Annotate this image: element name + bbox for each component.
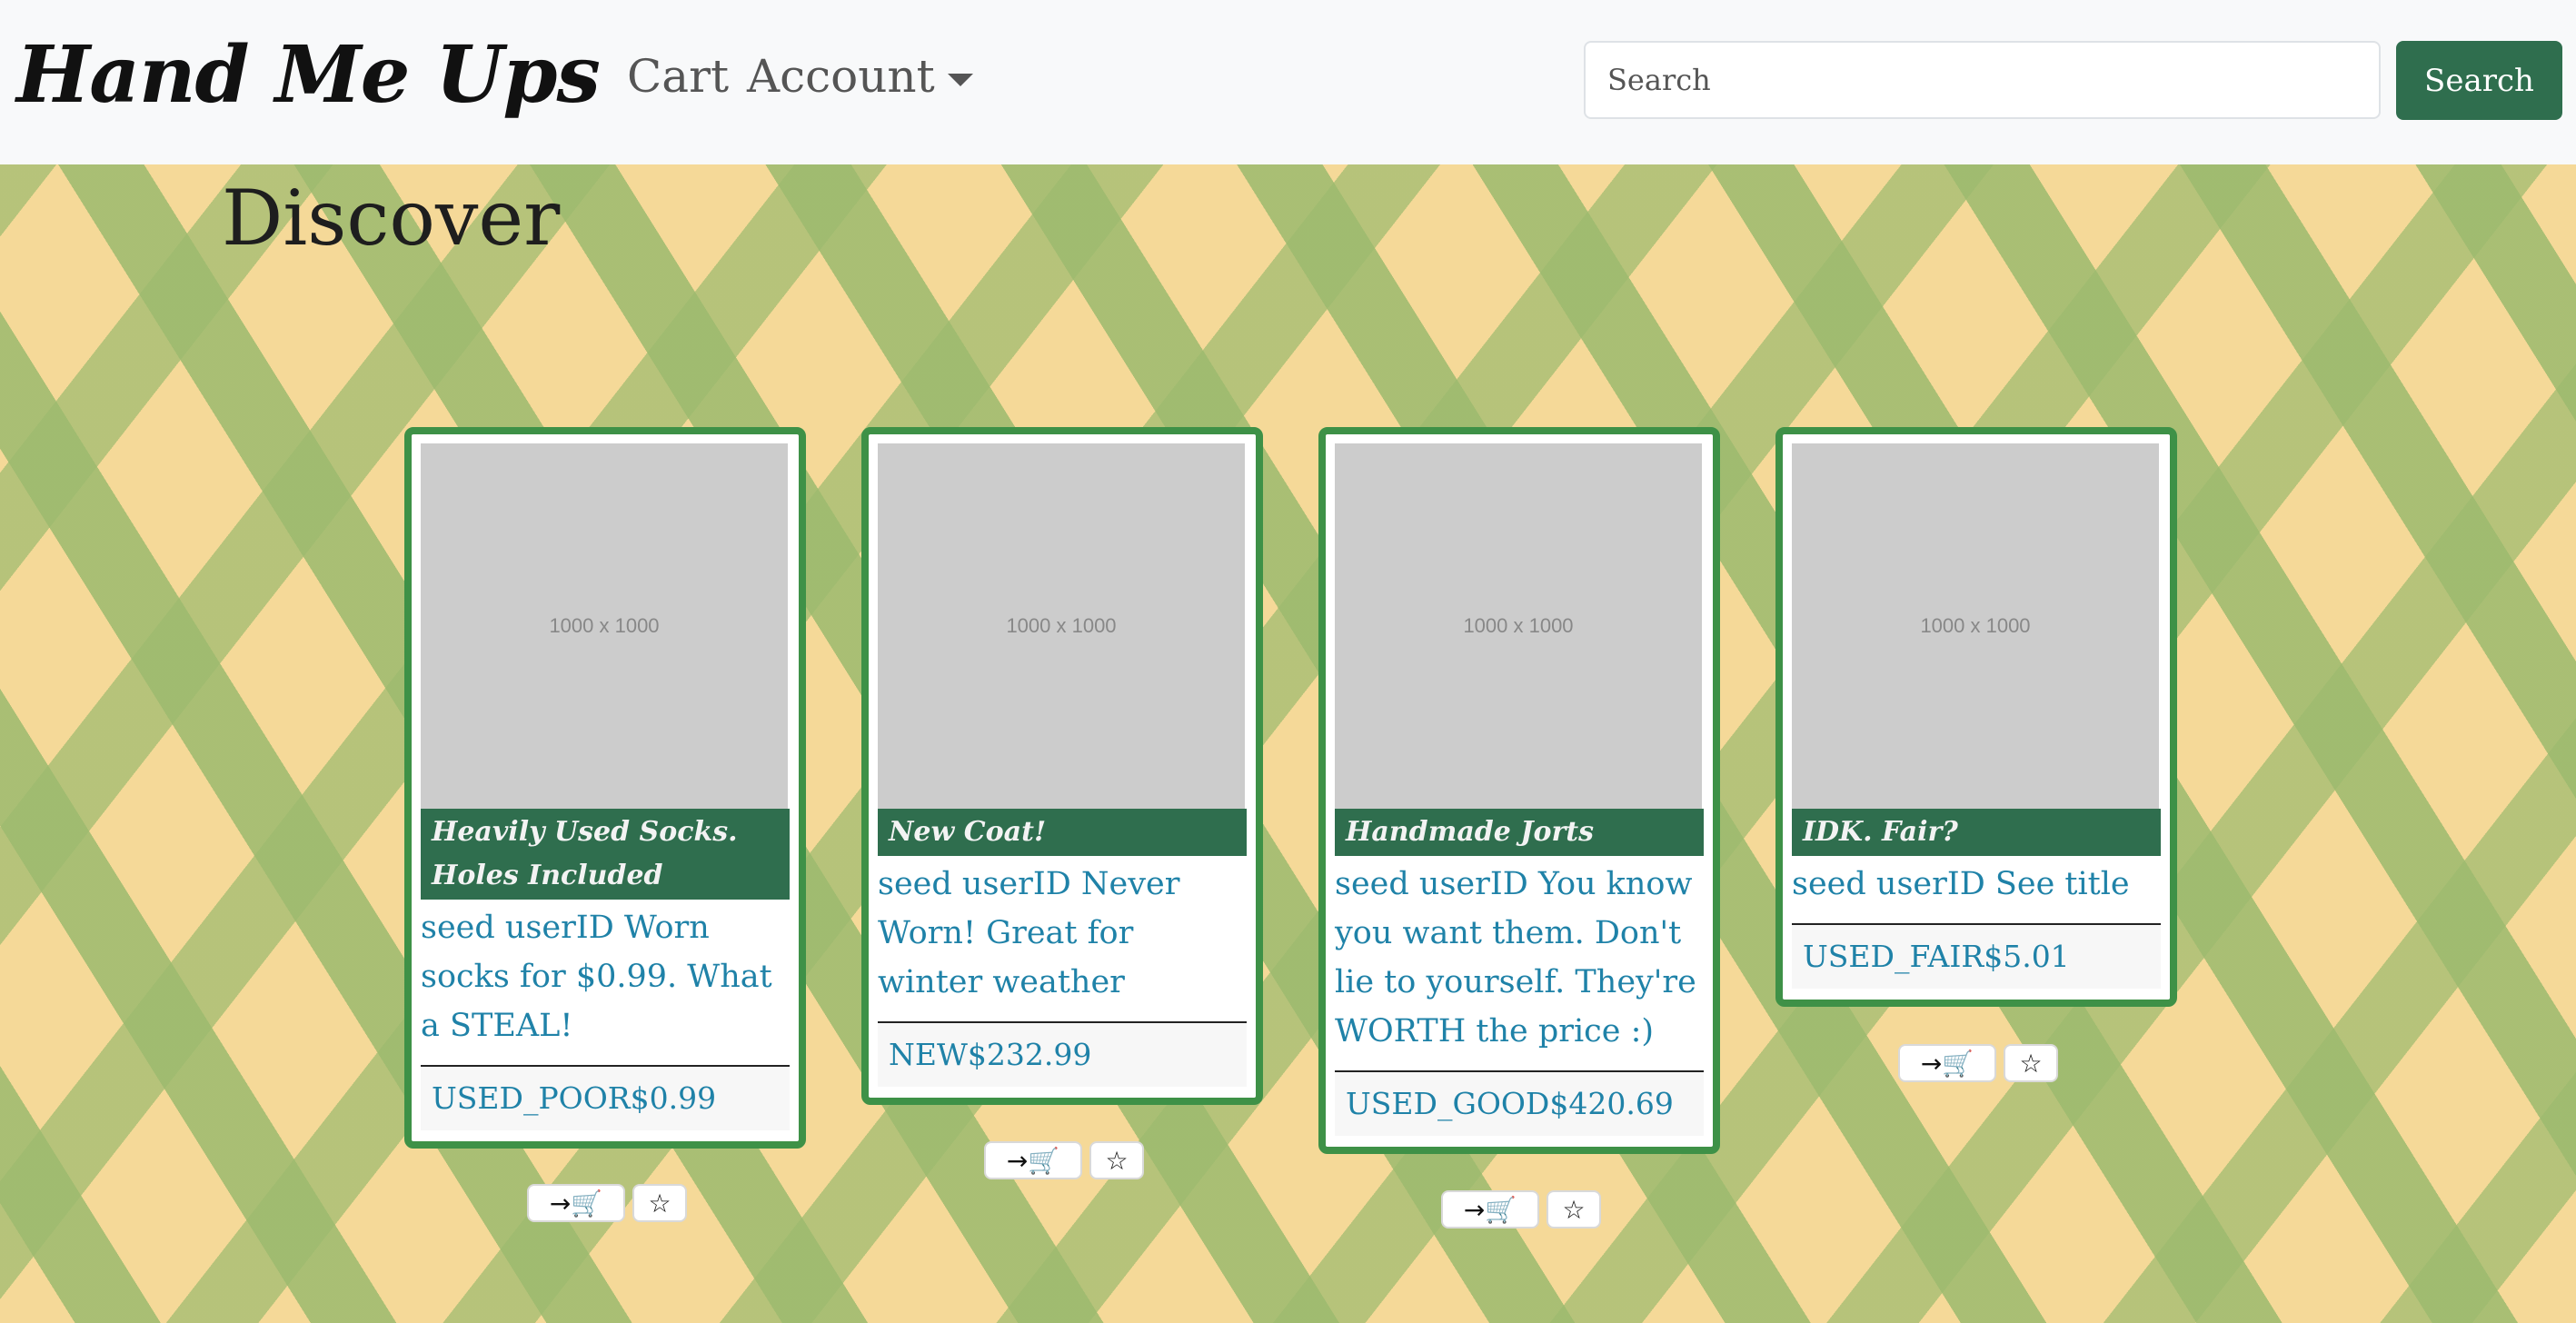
product-image-placeholder: 1000 x 1000 [421, 443, 788, 809]
navbar: Hand Me Ups Cart Account Search [0, 0, 2576, 164]
favorite-button[interactable]: ☆ [1089, 1141, 1144, 1179]
nav-cart-link[interactable]: Cart [627, 45, 729, 107]
favorite-button[interactable]: ☆ [2004, 1044, 2058, 1082]
star-icon: ☆ [648, 1188, 671, 1219]
product-description[interactable]: seed userID You know you want them. Don'… [1335, 856, 1704, 1072]
favorite-button[interactable]: ☆ [632, 1184, 687, 1222]
search-input[interactable] [1584, 41, 2381, 119]
product-card[interactable]: 1000 x 1000 New Coat! seed userID Never … [861, 427, 1263, 1105]
cart-icon: →🛒 [549, 1188, 603, 1219]
product-card[interactable]: 1000 x 1000 IDK. Fair? seed userID See t… [1775, 427, 2177, 1007]
product-image-placeholder: 1000 x 1000 [1792, 443, 2159, 809]
product-card[interactable]: 1000 x 1000 Heavily Used Socks. Holes In… [404, 427, 806, 1149]
favorite-button[interactable]: ☆ [1547, 1190, 1601, 1228]
star-icon: ☆ [2019, 1048, 2043, 1079]
product-title: Handmade Jorts [1335, 809, 1704, 856]
card-actions: →🛒 ☆ [984, 1141, 1144, 1181]
product-condition-price: USED_FAIR$5.01 [1792, 925, 2161, 989]
product-description[interactable]: seed userID Never Worn! Great for winter… [878, 856, 1247, 1023]
product-title: New Coat! [878, 809, 1247, 856]
add-to-cart-button[interactable]: →🛒 [527, 1184, 625, 1222]
cart-icon: →🛒 [1006, 1145, 1060, 1176]
nav-account-label: Account [747, 50, 935, 103]
search-button[interactable]: Search [2396, 41, 2562, 120]
product-description[interactable]: seed userID See title [1792, 856, 2161, 925]
product-condition-price: USED_GOOD$420.69 [1335, 1072, 1704, 1136]
cart-icon: →🛒 [1920, 1048, 1974, 1079]
product-card[interactable]: 1000 x 1000 Handmade Jorts seed userID Y… [1318, 427, 1720, 1154]
star-icon: ☆ [1105, 1145, 1129, 1176]
cart-icon: →🛒 [1463, 1194, 1517, 1225]
card-actions: →🛒 ☆ [1898, 1044, 2058, 1084]
product-image-placeholder: 1000 x 1000 [1335, 443, 1702, 809]
star-icon: ☆ [1562, 1194, 1586, 1225]
nav-account-dropdown[interactable]: Account [747, 45, 973, 107]
product-title: Heavily Used Socks. Holes Included [421, 809, 790, 900]
card-actions: →🛒 ☆ [1441, 1190, 1601, 1230]
add-to-cart-button[interactable]: →🛒 [984, 1141, 1082, 1179]
chevron-down-icon [947, 74, 973, 86]
product-title: IDK. Fair? [1792, 809, 2161, 856]
product-description[interactable]: seed userID Worn socks for $0.99. What a… [421, 900, 790, 1067]
page-title: Discover [222, 174, 561, 263]
add-to-cart-button[interactable]: →🛒 [1898, 1044, 1996, 1082]
add-to-cart-button[interactable]: →🛒 [1441, 1190, 1539, 1228]
product-condition-price: USED_POOR$0.99 [421, 1067, 790, 1130]
brand-logo[interactable]: Hand Me Ups [16, 25, 601, 125]
product-image-placeholder: 1000 x 1000 [878, 443, 1245, 809]
product-condition-price: NEW$232.99 [878, 1023, 1247, 1087]
card-actions: →🛒 ☆ [527, 1184, 687, 1224]
